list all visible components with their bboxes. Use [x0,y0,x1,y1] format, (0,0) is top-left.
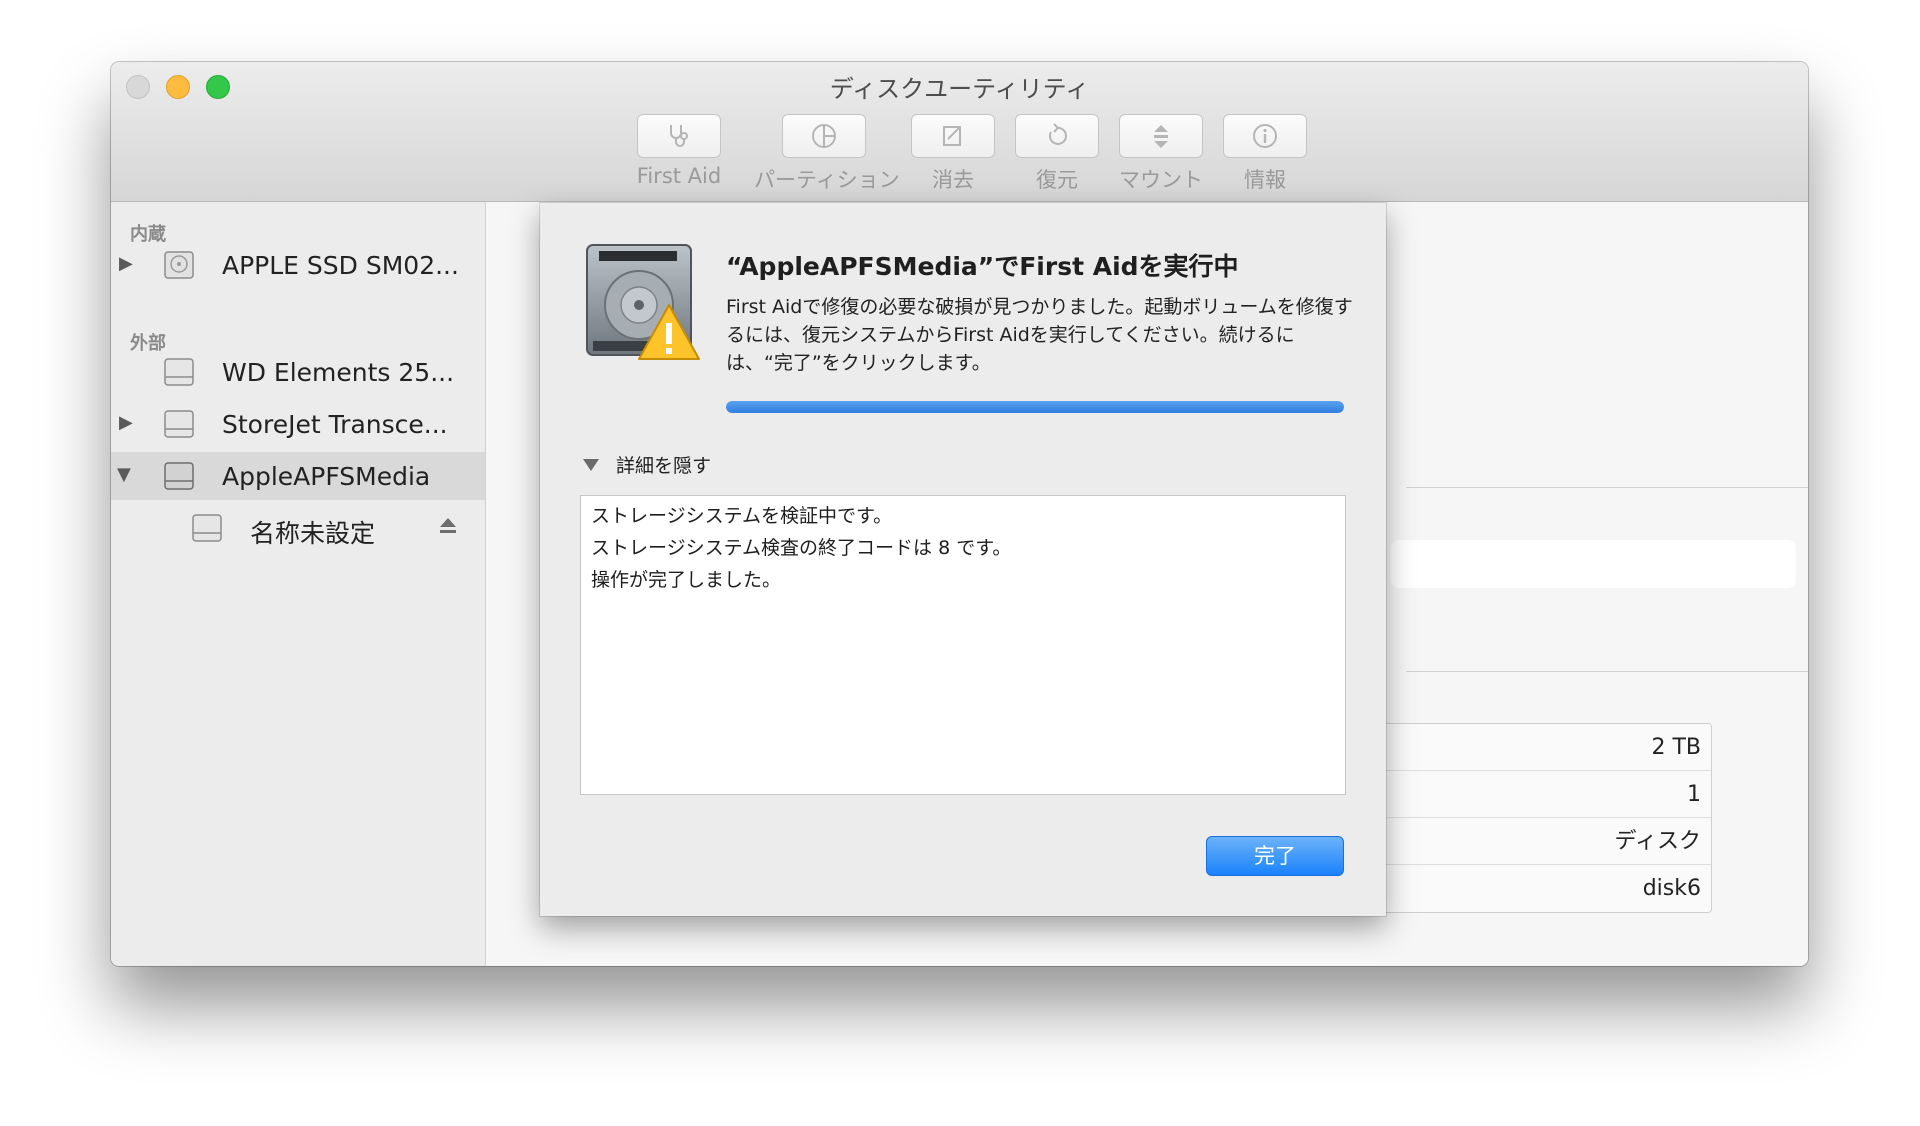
info-button[interactable] [1223,114,1307,158]
volume-icon [192,514,222,542]
details-log[interactable]: ストレージシステムを検証中です。 ストレージシステム検査の終了コードは 8 です… [580,495,1346,795]
info-value-capacity: 2 TB [1367,724,1711,771]
progress-bar-fill [726,401,1344,413]
toolbar-label: パーティション [754,168,900,192]
toolbar-mount[interactable]: マウント [1111,114,1211,194]
disclosure-down-icon [583,458,599,471]
stethoscope-icon [670,125,688,147]
toolbar-partition[interactable]: パーティション [754,114,900,194]
first-aid-button[interactable] [637,114,721,158]
sheet-message: First Aidで修復の必要な破損が見つかりました。起動ボリュームを修復するに… [726,296,1353,374]
sidebar-item-wd-elements[interactable]: WD Elements 25... [111,348,485,396]
erase-button[interactable] [911,114,995,158]
toolbar-erase[interactable]: 消去 [903,114,1003,194]
toolbar-restore[interactable]: 復元 [1007,114,1107,194]
restore-button[interactable] [1015,114,1099,158]
external-disk-icon [164,462,194,490]
details-toggle[interactable]: 詳細を隠す [582,451,711,478]
sidebar: 内蔵 ▶ APPLE SSD SM02... 外部 WD Elements 25… [111,202,486,966]
restore-icon [1048,123,1067,145]
info-value-child-count: 1 [1367,771,1711,818]
info-value-type: ディスク [1367,818,1711,865]
sidebar-item-storejet[interactable]: ▶ StoreJet Transce... [111,400,485,448]
log-line: 操作が完了しました。 [591,569,782,591]
sheet-title: “AppleAPFSMedia”でFirst Aidを実行中 [726,252,1239,281]
partition-button[interactable] [782,114,866,158]
sidebar-item-label: APPLE SSD SM02... [222,251,459,280]
sidebar-item-apple-ssd[interactable]: ▶ APPLE SSD SM02... [111,241,485,289]
info-table: 2 TB 1 ディスク disk6 [1366,723,1712,913]
toolbar-label: 復元 [1036,168,1078,192]
external-disk-icon [164,358,194,386]
log-line: ストレージシステムを検証中です。 [591,505,893,527]
first-aid-sheet: “AppleAPFSMedia”でFirst Aidを実行中 First Aid… [540,203,1386,916]
info-icon [1253,124,1277,148]
erase-icon [943,126,961,146]
sidebar-item-label: WD Elements 25... [222,358,455,387]
title-bar: ディスクユーティリティ First Aid パーティション 消去 復元 マウント… [111,62,1808,202]
mount-button[interactable] [1119,114,1203,158]
log-line: ストレージシステム検査の終了コードは 8 です。 [591,537,1012,559]
toolbar-first-aid[interactable]: First Aid [629,114,729,188]
sidebar-item-label: StoreJet Transce... [222,410,448,439]
details-toggle-label: 詳細を隠す [616,455,712,477]
toolbar-label: First Aid [636,164,722,188]
disclosure-right-icon[interactable]: ▶ [119,412,133,433]
sidebar-item-label: 名称未設定 [250,519,376,548]
divider [1406,671,1808,672]
mount-icon [1154,125,1168,148]
sidebar-item-appleapfsmedia[interactable]: ▼ AppleAPFSMedia [111,452,485,500]
internal-disk-icon [164,251,194,279]
done-button[interactable]: 完了 [1206,836,1344,876]
toolbar-label: マウント [1119,168,1203,192]
toolbar-label: 消去 [932,168,974,192]
disclosure-right-icon[interactable]: ▶ [119,253,133,274]
sidebar-item-untitled-volume[interactable]: 名称未設定 [111,504,485,552]
divider [1406,487,1808,488]
eject-icon[interactable] [438,516,458,536]
disclosure-down-icon[interactable]: ▼ [117,464,131,485]
external-disk-icon [164,410,194,438]
window-title: ディスクユーティリティ [829,75,1090,103]
usage-bar-background [1391,540,1796,588]
info-value-device: disk6 [1642,876,1701,901]
toolbar-info[interactable]: 情報 [1215,114,1315,194]
progress-bar [726,401,1344,413]
pie-chart-icon [812,124,836,148]
toolbar-label: 情報 [1244,168,1286,192]
hard-drive-warning-icon [586,244,700,360]
sidebar-item-label: AppleAPFSMedia [222,462,431,491]
